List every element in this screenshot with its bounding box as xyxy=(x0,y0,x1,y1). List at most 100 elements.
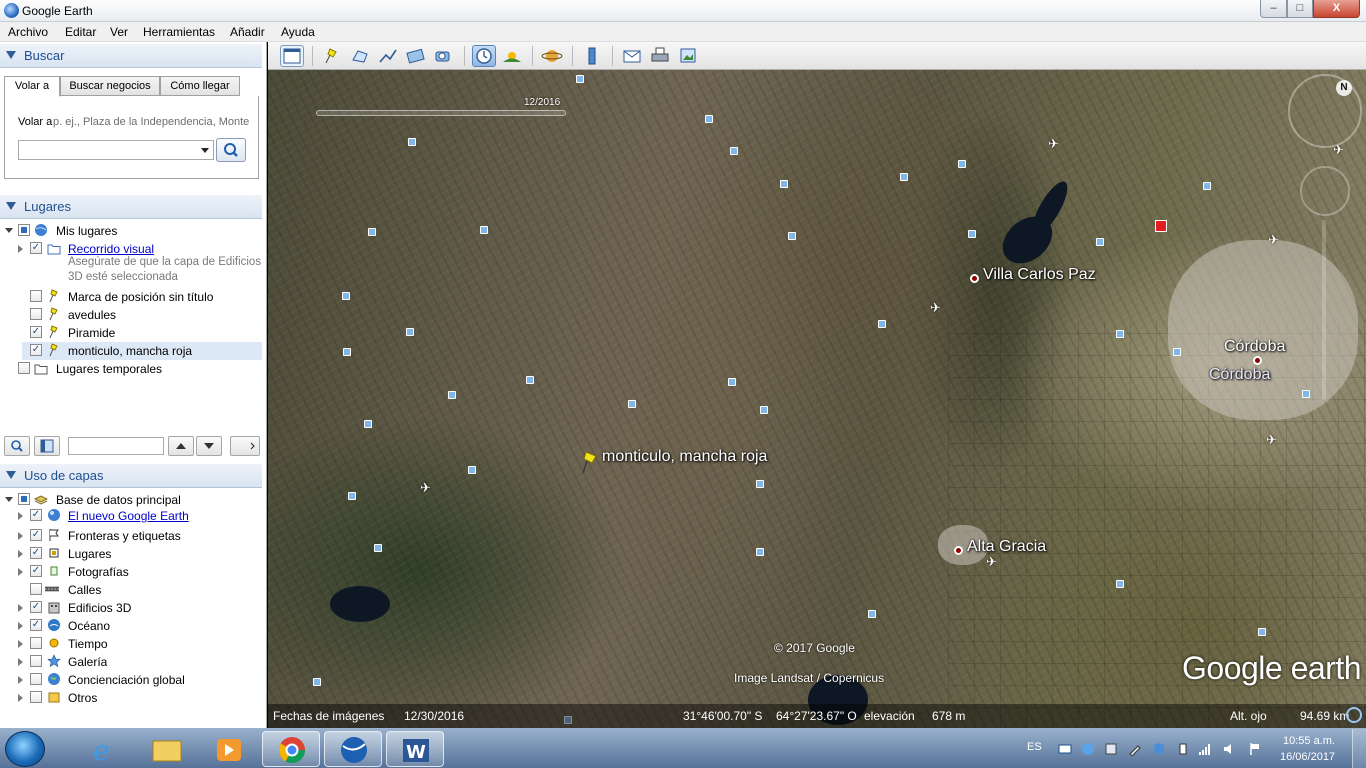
expand-icon[interactable] xyxy=(18,604,23,612)
tab-buscar-negocios[interactable]: Buscar negocios xyxy=(60,76,160,96)
fly-to-input[interactable] xyxy=(18,140,214,160)
checkbox[interactable] xyxy=(30,655,42,667)
places-search-input[interactable] xyxy=(68,437,164,455)
usb-device-icon[interactable] xyxy=(1176,742,1190,756)
layer-fotografias[interactable]: ✓ Fotografías xyxy=(0,563,262,581)
place-icon[interactable] xyxy=(1302,390,1310,398)
menu-editar[interactable]: Editar xyxy=(65,25,96,39)
time-slider[interactable]: 12/2016 xyxy=(306,96,572,116)
volume-icon[interactable] xyxy=(1222,742,1236,756)
place-icon[interactable] xyxy=(756,480,764,488)
word-taskbar[interactable]: W xyxy=(386,731,444,767)
airport-icon[interactable]: ✈ xyxy=(986,554,997,570)
layer-tiempo[interactable]: Tiempo xyxy=(0,635,262,653)
expand-icon[interactable] xyxy=(18,622,23,630)
place-icon[interactable] xyxy=(1258,628,1266,636)
dropdown-arrow-icon[interactable] xyxy=(201,148,209,153)
checkbox[interactable]: ✓ xyxy=(30,344,42,356)
city-label-villa-carlos-paz[interactable]: Villa Carlos Paz xyxy=(983,266,1096,284)
checkbox[interactable]: ✓ xyxy=(30,242,42,254)
menu-archivo[interactable]: Archivo xyxy=(8,25,48,39)
place-icon[interactable] xyxy=(374,544,382,552)
checkbox[interactable] xyxy=(18,362,30,374)
north-indicator[interactable]: N xyxy=(1336,80,1352,96)
airport-icon[interactable]: ✈ xyxy=(1266,432,1277,448)
menu-ayuda[interactable]: Ayuda xyxy=(281,25,315,39)
layer-calles[interactable]: Calles xyxy=(0,581,262,599)
add-polygon-button[interactable] xyxy=(348,45,372,67)
layer-fronteras[interactable]: ✓ Fronteras y etiquetas xyxy=(0,527,262,545)
place-icon[interactable] xyxy=(364,420,372,428)
place-icon[interactable] xyxy=(780,180,788,188)
layer-nuevo-google-earth[interactable]: ✓ El nuevo Google Earth xyxy=(0,507,262,525)
network-globe-icon[interactable] xyxy=(1081,742,1095,756)
move-down-button[interactable] xyxy=(196,436,222,456)
place-icon[interactable] xyxy=(705,115,713,123)
email-button[interactable] xyxy=(620,45,644,67)
layer-lugares[interactable]: ✓ Lugares xyxy=(0,545,262,563)
keyboard-icon[interactable] xyxy=(1058,742,1072,756)
city-marker[interactable] xyxy=(954,546,963,555)
place-icon[interactable] xyxy=(408,138,416,146)
airport-icon[interactable]: ✈ xyxy=(930,300,941,316)
search-panel-header[interactable]: Buscar xyxy=(0,44,262,68)
expand-icon[interactable] xyxy=(18,245,23,253)
print-button[interactable] xyxy=(648,45,672,67)
place-icon[interactable] xyxy=(313,678,321,686)
internet-explorer-taskbar[interactable]: e xyxy=(76,731,134,767)
checkbox[interactable]: ✓ xyxy=(30,326,42,338)
start-button[interactable] xyxy=(5,731,45,767)
maximize-button[interactable]: □ xyxy=(1287,0,1313,18)
expand-icon[interactable] xyxy=(18,658,23,666)
toggle-panel-button[interactable] xyxy=(34,436,60,456)
checkbox[interactable]: ✓ xyxy=(30,601,42,613)
look-joystick[interactable] xyxy=(1300,166,1350,216)
checkbox[interactable] xyxy=(30,583,42,595)
signal-bars-icon[interactable] xyxy=(1198,742,1212,756)
ruler-button[interactable] xyxy=(580,45,604,67)
pushpin-icon[interactable] xyxy=(580,450,600,474)
place-icon[interactable] xyxy=(448,391,456,399)
zoom-slider[interactable] xyxy=(1322,220,1326,400)
place-icon[interactable] xyxy=(368,228,376,236)
place-icon[interactable] xyxy=(756,548,764,556)
place-icon[interactable] xyxy=(576,75,584,83)
checkbox[interactable] xyxy=(30,673,42,685)
airport-icon[interactable]: ✈ xyxy=(1268,232,1279,248)
layer-galeria[interactable]: Galería xyxy=(0,653,262,671)
tree-item-mis-lugares[interactable]: Mis lugares xyxy=(0,222,262,240)
menu-anadir[interactable]: Añadir xyxy=(230,25,265,39)
places-panel-header[interactable]: Lugares xyxy=(0,195,262,219)
checkbox[interactable]: ✓ xyxy=(30,619,42,631)
place-icon[interactable] xyxy=(406,328,414,336)
checkbox[interactable] xyxy=(30,637,42,649)
airport-icon[interactable]: ✈ xyxy=(1048,136,1059,152)
place-icon[interactable] xyxy=(1203,182,1211,190)
checkbox[interactable]: ✓ xyxy=(30,509,42,521)
sidebar-toggle-button[interactable] xyxy=(280,45,304,67)
historical-imagery-button[interactable] xyxy=(472,45,496,67)
language-indicator[interactable]: ES xyxy=(1027,741,1042,753)
place-icon[interactable] xyxy=(788,232,796,240)
airport-icon[interactable]: ✈ xyxy=(420,480,431,496)
tree-item-marca-sin-titulo[interactable]: Marca de posición sin título xyxy=(0,288,262,306)
checkbox[interactable] xyxy=(18,224,30,236)
city-label-cordoba[interactable]: Córdoba xyxy=(1224,338,1285,356)
place-icon[interactable] xyxy=(1173,348,1181,356)
layer-edificios-3d[interactable]: ✓ Edificios 3D xyxy=(0,599,262,617)
expand-icon[interactable] xyxy=(5,497,13,502)
tray-app-icon[interactable] xyxy=(1104,742,1118,756)
checkbox[interactable] xyxy=(30,308,42,320)
explorer-taskbar[interactable] xyxy=(138,731,196,767)
marker-icon[interactable] xyxy=(1155,220,1167,232)
sunlight-button[interactable] xyxy=(500,45,524,67)
expand-icon[interactable] xyxy=(18,676,23,684)
save-image-button[interactable] xyxy=(676,45,700,67)
place-icon[interactable] xyxy=(480,226,488,234)
checkbox[interactable] xyxy=(30,290,42,302)
tray-tools-icon[interactable] xyxy=(1128,742,1142,756)
checkbox[interactable] xyxy=(30,691,42,703)
layer-otros[interactable]: Otros xyxy=(0,689,262,707)
city-label-cordoba-province[interactable]: Córdoba xyxy=(1209,366,1270,384)
tab-volar-a[interactable]: Volar a xyxy=(4,76,60,97)
